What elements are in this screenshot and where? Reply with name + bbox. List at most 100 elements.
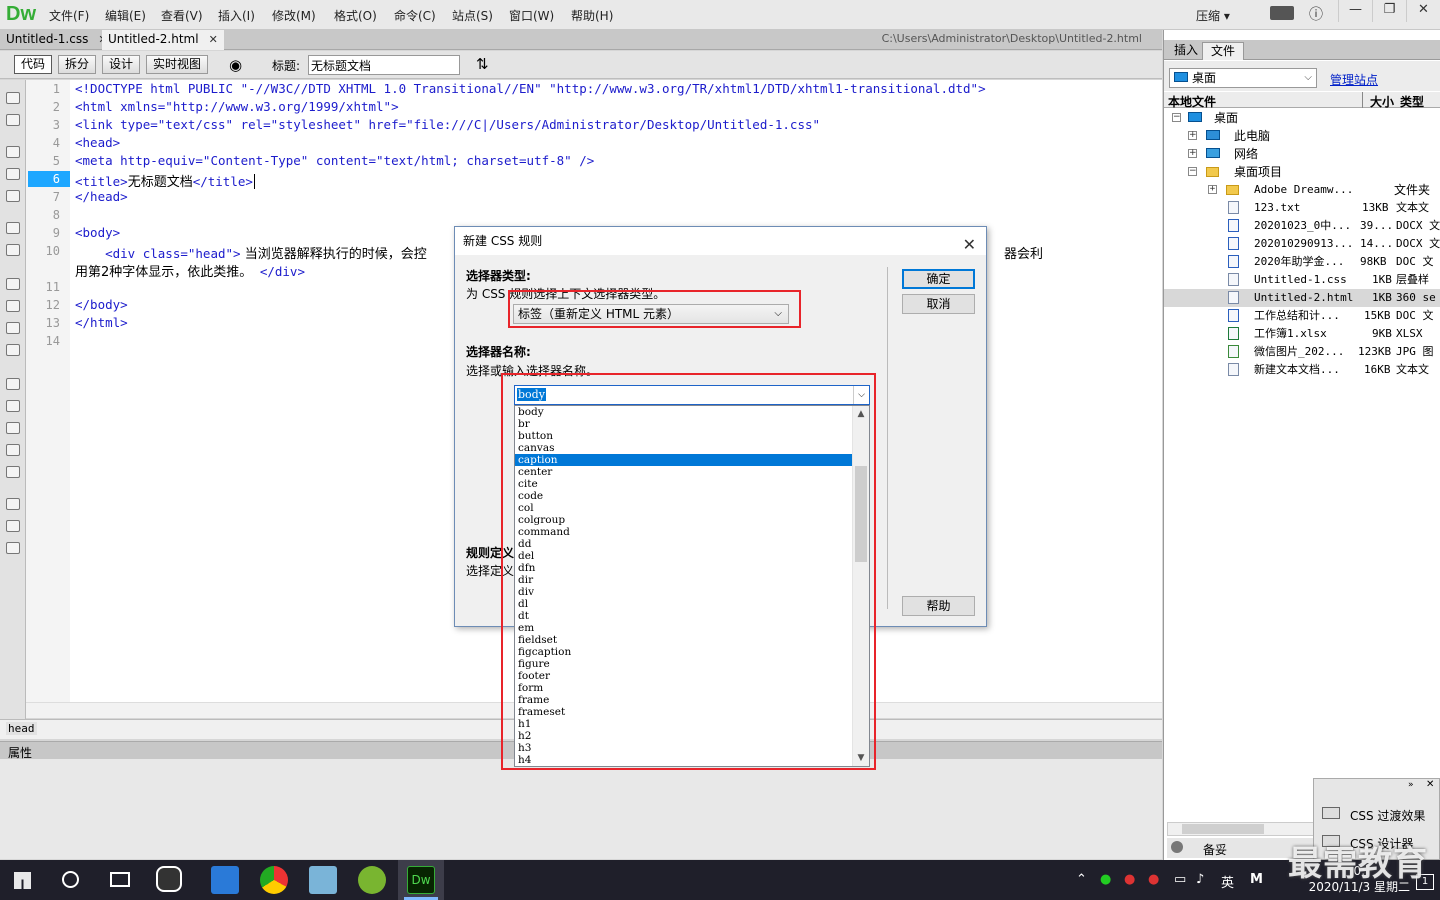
selector-option[interactable]: h1 [515,718,853,730]
tree-item-file[interactable]: 工作簿1.xlsx 9KB XLSX [1164,325,1440,343]
selector-option[interactable]: figure [515,658,853,670]
tree-item-desktop[interactable]: − 桌面 [1164,109,1440,127]
menu-view[interactable]: 查看(V) [161,7,203,24]
wechat-icon[interactable]: ● [1100,872,1111,887]
scroll-down-icon[interactable]: ▼ [853,750,869,766]
selector-option[interactable]: del [515,550,853,562]
select-parent-icon[interactable] [6,168,20,180]
log-icon[interactable] [1171,841,1183,853]
selector-option[interactable]: frameset [515,706,853,718]
cancel-button[interactable]: 取消 [902,294,975,314]
tray-chevron-icon[interactable]: ⌃ [1076,872,1087,887]
expand-icon[interactable]: + [1208,185,1217,194]
tab-insert[interactable]: 插入 [1166,42,1206,60]
menu-format[interactable]: 格式(O) [334,7,377,24]
scroll-thumb[interactable] [855,466,867,562]
tree-item-file[interactable]: 工作总结和计... 15KB DOC 文 [1164,307,1440,325]
workspace-icon[interactable] [1270,6,1294,20]
selector-option[interactable]: body [515,406,853,418]
menu-help[interactable]: 帮助(H) [571,7,613,24]
selector-option[interactable]: command [515,526,853,538]
selector-option[interactable]: footer [515,670,853,682]
ok-button[interactable]: 确定 [902,269,975,289]
search-icon[interactable] [62,871,79,888]
selector-option[interactable]: h4 [515,754,853,766]
tag-selector-head[interactable]: head [6,722,37,735]
code-view-button[interactable]: 代码 [14,55,53,74]
css-transitions-item[interactable]: CSS 过渡效果 [1350,807,1425,824]
close-button[interactable]: ✕ [1406,0,1440,22]
chevron-down-icon[interactable]: ⌵ [853,386,869,404]
help-button[interactable]: 帮助 [902,596,975,616]
split-view-button[interactable]: 拆分 [58,55,97,74]
selector-option[interactable]: caption [515,454,853,466]
task-view-icon[interactable] [110,872,130,887]
restore-button[interactable]: ❐ [1372,0,1406,22]
selector-type-select[interactable]: 标签（重新定义 HTML 元素） ⌵ [513,304,789,324]
expand-all-icon[interactable] [6,146,20,158]
qq-icon[interactable]: ● [1148,872,1159,887]
selector-option[interactable]: figcaption [515,646,853,658]
tree-item-desktop-items[interactable]: − 桌面项目 [1164,163,1440,181]
dialog-close-icon[interactable]: ✕ [963,231,976,259]
windows-start-icon[interactable] [14,872,31,889]
tree-item-file[interactable]: 微信图片_202... 123KB JPG 图 [1164,343,1440,361]
tab-untitled-2-html[interactable]: Untitled-2.html ✕ [102,30,224,50]
highlight-invalid-icon[interactable] [6,244,20,256]
sort-icon[interactable]: ⇅ [476,55,489,73]
selector-option[interactable]: col [515,502,853,514]
selector-option[interactable]: dt [515,610,853,622]
open-documents-icon[interactable] [6,92,20,104]
tree-item-network[interactable]: + 网络 [1164,145,1440,163]
tree-item-file-selected[interactable]: Untitled-2.html 1KB 360 se [1164,289,1440,307]
expand-icon[interactable]: + [1188,131,1197,140]
manage-sites-link[interactable]: 管理站点 [1330,71,1378,88]
selector-name-combobox[interactable]: body ⌵ [514,385,870,405]
chrome-icon[interactable] [260,866,288,894]
selector-option[interactable]: canvas [515,442,853,454]
word-wrap-icon[interactable] [6,278,20,290]
tab-files[interactable]: 文件 [1202,42,1245,60]
selector-option[interactable]: h3 [515,742,853,754]
globe-icon[interactable]: ◉ [229,56,242,74]
tree-item-file[interactable]: 123.txt 13KB 文本文 [1164,199,1440,217]
design-view-button[interactable]: 设计 [102,55,141,74]
outdent-icon[interactable] [6,520,20,532]
menu-insert[interactable]: 插入(I) [218,7,255,24]
network-tray-icon[interactable]: ▭ [1174,872,1186,887]
selector-option[interactable]: br [515,418,853,430]
menu-file[interactable]: 文件(F) [49,7,89,24]
selector-option[interactable]: center [515,466,853,478]
selector-option[interactable]: form [515,682,853,694]
tab-untitled-1-css[interactable]: Untitled-1.css✕ [0,30,114,50]
app-icon[interactable] [358,866,386,894]
selector-option[interactable]: frame [515,694,853,706]
close-panel-icon[interactable]: ✕ [1426,779,1434,790]
collapse-panel-icon[interactable]: » [1408,780,1414,790]
menu-edit[interactable]: 编辑(E) [105,7,146,24]
live-view-button[interactable]: 实时视图 [146,55,209,74]
files-horizontal-scrollbar[interactable] [1167,822,1317,836]
remove-comment-icon[interactable] [6,400,20,412]
tree-item-file[interactable]: 20201023_0中... 39... DOCX 文 [1164,217,1440,235]
move-css-icon[interactable] [6,466,20,478]
tree-item-adobe[interactable]: + Adobe Dreamw... 文件夹 [1164,181,1440,199]
tree-item-file[interactable]: Untitled-1.css 1KB 层叠样 [1164,271,1440,289]
selector-option[interactable]: colgroup [515,514,853,526]
close-tab-icon[interactable]: ✕ [209,33,218,46]
menu-commands[interactable]: 命令(C) [394,7,436,24]
wps-icon[interactable] [211,866,239,894]
collapse-icon[interactable]: − [1172,113,1181,122]
apply-comment-icon[interactable] [6,378,20,390]
selector-option[interactable]: dfn [515,562,853,574]
app-icon[interactable] [156,866,182,892]
syntax-error-icon[interactable] [6,322,20,334]
collapse-icon[interactable]: − [1188,167,1197,176]
minimize-button[interactable]: — [1338,0,1372,22]
format-source-icon[interactable] [6,542,20,554]
selector-option[interactable]: dir [515,574,853,586]
menu-window[interactable]: 窗口(W) [509,7,554,24]
notepad-icon[interactable] [309,866,337,894]
selector-option[interactable]: dd [515,538,853,550]
language-indicator[interactable]: 英 [1221,872,1234,891]
